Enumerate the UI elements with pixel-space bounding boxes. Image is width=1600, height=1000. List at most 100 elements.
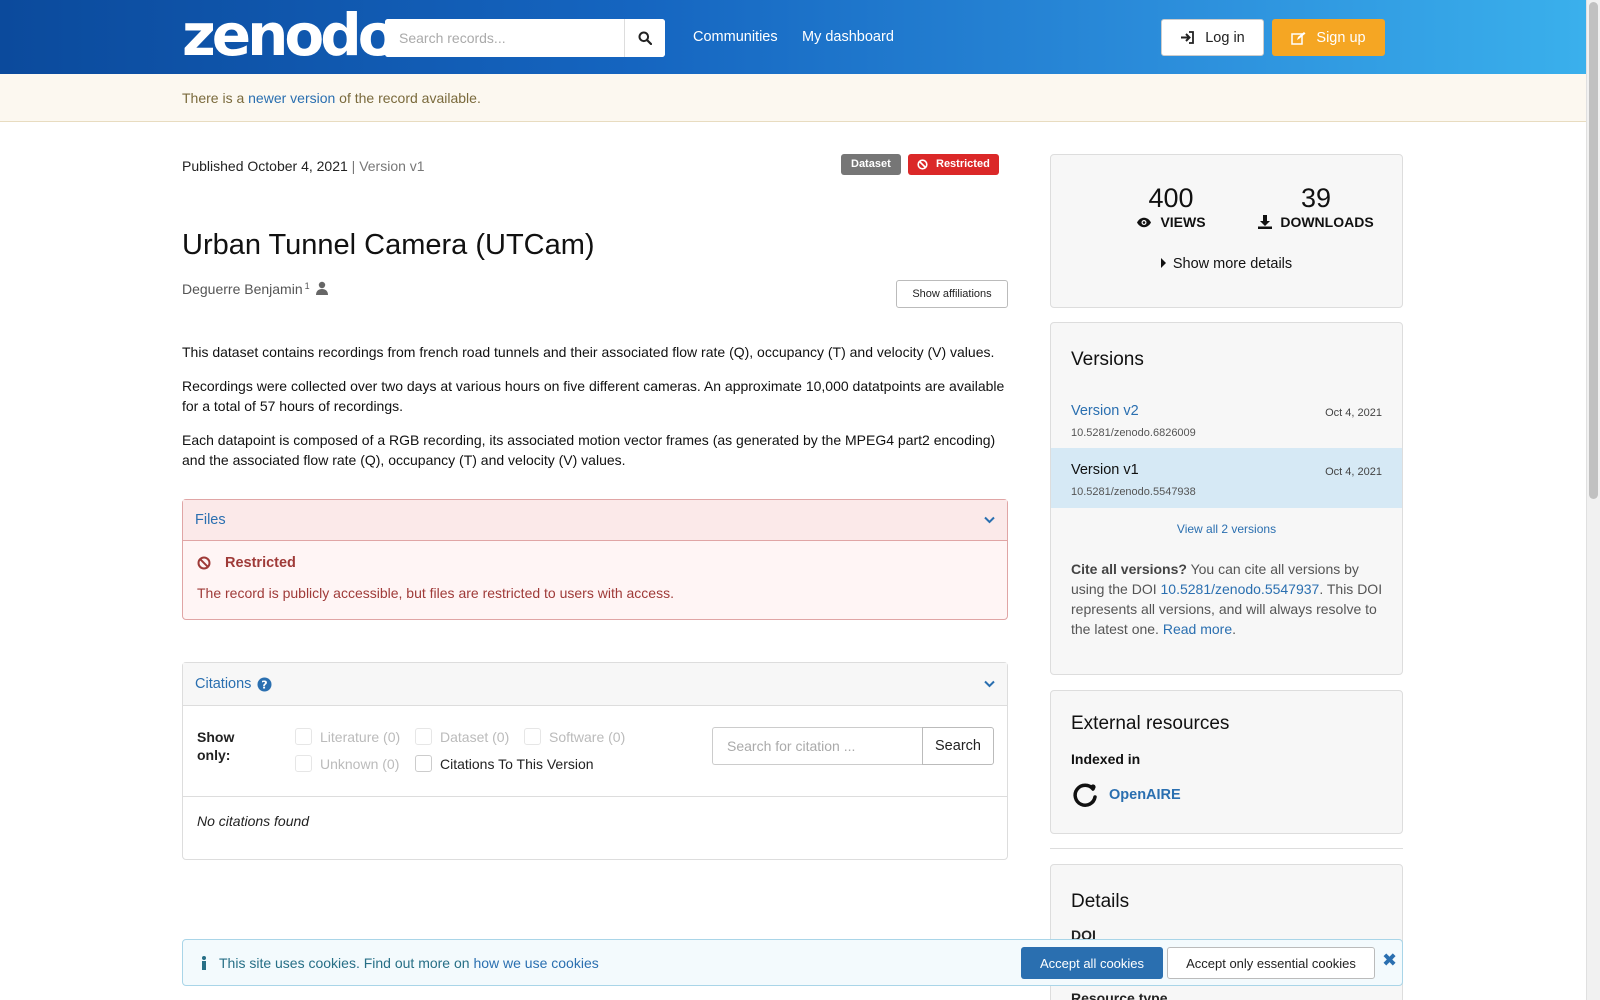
close-icon[interactable]: ✖: [1382, 950, 1397, 971]
ban-icon: [917, 159, 928, 170]
filter-dataset-label: Dataset (0): [440, 728, 510, 745]
access-badge-label: Restricted: [936, 158, 990, 170]
cookie-text: This site uses cookies. Find out more on: [219, 955, 474, 971]
show-only-label: Show only:: [197, 729, 235, 763]
openaire-logo-icon: [1073, 783, 1097, 807]
files-accordion-header[interactable]: Files: [183, 500, 1007, 541]
search-input[interactable]: [385, 19, 624, 57]
filter-unknown[interactable]: Unknown (0): [295, 755, 399, 772]
external-resources-card: External resources Indexed in OpenAIRE: [1050, 690, 1403, 834]
concept-doi-link[interactable]: 10.5281/zenodo.5547937: [1161, 581, 1320, 597]
cookie-message: This site uses cookies. Find out more on…: [201, 955, 599, 971]
version-date: Oct 4, 2021: [1325, 466, 1382, 478]
search-button[interactable]: [624, 19, 665, 57]
cite-all-title: Cite all versions?: [1071, 561, 1187, 577]
stats-card: 400 VIEWS 39 DOWNLOADS Show more details: [1050, 154, 1403, 308]
access-badge: Restricted: [908, 154, 999, 175]
version-link[interactable]: Version v2: [1071, 403, 1139, 419]
files-header-label: Files: [195, 512, 226, 528]
accept-essential-cookies-button[interactable]: Accept only essential cookies: [1167, 947, 1375, 979]
citations-header-label: Citations: [195, 676, 252, 692]
filter-software-label: Software (0): [549, 728, 626, 745]
restricted-message: The record is publicly accessible, but f…: [197, 585, 674, 601]
banner-prefix: There is a: [182, 90, 249, 106]
search-bar: [385, 19, 665, 57]
filter-software[interactable]: Software (0): [524, 728, 625, 745]
nav-my-dashboard[interactable]: My dashboard: [802, 29, 894, 45]
files-panel: Files Restricted The record is publicly …: [182, 499, 1008, 620]
version-name: Version v1: [1071, 462, 1139, 478]
version-doi: 10.5281/zenodo.6826009: [1071, 427, 1196, 439]
cookie-policy-link[interactable]: how we use cookies: [473, 955, 598, 971]
top-header: zenodo Communities My dashboard Log in S…: [0, 0, 1586, 74]
published-date: Published October 4, 2021: [182, 158, 348, 174]
cite-all-text: .: [1232, 621, 1236, 637]
citation-filters: Show only: Literature (0) Dataset (0) Sof…: [183, 706, 1007, 797]
checkbox[interactable]: [415, 728, 432, 745]
record-title: Urban Tunnel Camera (UTCam): [182, 229, 595, 261]
filter-literature-label: Literature (0): [320, 728, 401, 745]
search-icon: [638, 31, 652, 45]
record-description: This dataset contains recordings from fr…: [182, 342, 1008, 484]
user-icon: [315, 281, 328, 295]
accept-all-cookies-button[interactable]: Accept all cookies: [1021, 947, 1163, 979]
author-name[interactable]: Deguerre Benjamin: [182, 281, 303, 297]
question-circle-icon[interactable]: ?: [257, 677, 272, 692]
citation-search: Search: [712, 727, 994, 765]
chevron-down-icon: [984, 516, 995, 524]
citation-search-input[interactable]: [712, 727, 922, 765]
sidebar-divider: [1050, 848, 1403, 849]
checkbox[interactable]: [524, 728, 541, 745]
view-all-versions-link[interactable]: View all 2 versions: [1051, 522, 1402, 536]
version-date: Oct 4, 2021: [1325, 407, 1382, 419]
version-row[interactable]: Version v2 Oct 4, 2021 10.5281/zenodo.68…: [1051, 389, 1402, 449]
citation-search-button[interactable]: Search: [922, 727, 994, 765]
downloads-label: DOWNLOADS: [1280, 214, 1374, 230]
newer-version-text: There is a newer version of the record a…: [182, 90, 481, 106]
filter-unknown-label: Unknown (0): [320, 755, 400, 772]
filter-citations-to-this-version-label: Citations To This Version: [440, 755, 594, 772]
downloads-count: 39: [1300, 183, 1332, 213]
banner-suffix: of the record available.: [335, 90, 481, 106]
eye-icon: [1137, 217, 1152, 227]
citations-accordion-header[interactable]: Citations ?: [183, 663, 1007, 706]
openaire-link[interactable]: OpenAIRE: [1071, 781, 1181, 809]
versions-card: Versions Version v2 Oct 4, 2021 10.5281/…: [1050, 322, 1403, 675]
description-paragraph: This dataset contains recordings from fr…: [182, 344, 995, 360]
sign-in-icon: [1181, 31, 1195, 44]
edit-icon: [1291, 31, 1306, 45]
versions-title: Versions: [1071, 349, 1144, 370]
scrollbar-thumb[interactable]: [1589, 2, 1598, 499]
cookie-banner: This site uses cookies. Find out more on…: [182, 939, 1403, 986]
login-button[interactable]: Log in: [1161, 19, 1264, 56]
resource-type-label: Resource type: [1071, 990, 1168, 1000]
signup-button[interactable]: Sign up: [1272, 19, 1385, 56]
read-more-link[interactable]: Read more: [1163, 621, 1232, 637]
checkbox[interactable]: [415, 755, 432, 772]
newer-version-link[interactable]: newer version: [248, 90, 335, 106]
nav-communities[interactable]: Communities: [693, 29, 778, 45]
zenodo-logo[interactable]: zenodo: [182, 4, 398, 66]
external-resources-title: External resources: [1071, 713, 1230, 734]
caret-right-icon: [1160, 258, 1166, 268]
filter-dataset[interactable]: Dataset (0): [415, 728, 509, 745]
views-label: VIEWS: [1160, 214, 1206, 230]
version-row-current[interactable]: Version v1 Oct 4, 2021 10.5281/zenodo.55…: [1051, 448, 1402, 508]
description-paragraph: Each datapoint is composed of a RGB reco…: [182, 432, 996, 468]
views-stat: 400 VIEWS: [1111, 183, 1231, 230]
show-more-details-toggle[interactable]: Show more details: [1051, 256, 1402, 272]
downloads-stat: 39 DOWNLOADS: [1246, 183, 1386, 230]
newer-version-banner: There is a newer version of the record a…: [0, 74, 1586, 122]
vertical-scrollbar[interactable]: [1586, 0, 1600, 1000]
openaire-label[interactable]: OpenAIRE: [1109, 787, 1181, 803]
citations-panel: Citations ? Show only: Literature (0) Dat…: [182, 662, 1008, 860]
checkbox[interactable]: [295, 755, 312, 772]
author-affiliation-number: 1: [304, 281, 310, 291]
checkbox[interactable]: [295, 728, 312, 745]
author: Deguerre Benjamin 1: [182, 281, 329, 297]
filter-literature[interactable]: Literature (0): [295, 728, 400, 745]
filter-citations-to-this-version[interactable]: Citations To This Version: [415, 755, 594, 772]
version-doi: 10.5281/zenodo.5547938: [1071, 486, 1196, 498]
restricted-notice: Restricted: [197, 555, 993, 571]
show-affiliations-button[interactable]: Show affiliations: [896, 280, 1008, 308]
